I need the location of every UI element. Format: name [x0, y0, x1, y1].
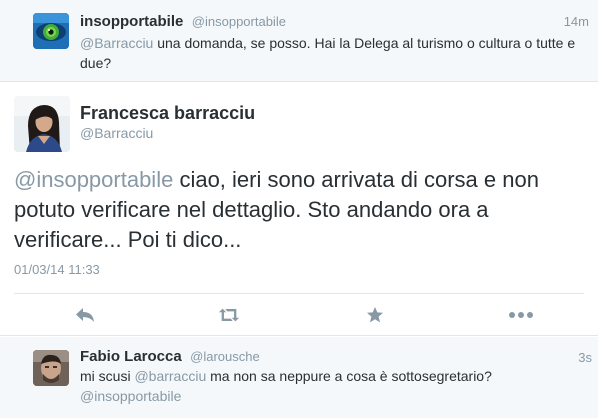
tweet-author-name[interactable]: Francesca barracciu — [80, 103, 255, 124]
more-button[interactable] — [508, 304, 534, 326]
tweet-timestamp[interactable]: 14m — [564, 14, 589, 29]
more-icon — [509, 312, 533, 318]
tweet-text-body: ma non sa neppure a cosa è sottosegretar… — [206, 368, 492, 384]
mention-link[interactable]: @insopportabile — [80, 388, 181, 404]
tweet-reply[interactable]: Fabio Larocca @larousche 3s mi scusi @ba… — [0, 337, 598, 418]
tweet-main: Francesca barracciu @Barracciu @insoppor… — [0, 83, 598, 336]
tweet-text-body: mi scusi — [80, 368, 135, 384]
tweet-text-body: una domanda, se posso. Hai la Delega al … — [80, 35, 576, 71]
tweet-top[interactable]: insopportabile @insopportabile 14m @Barr… — [0, 0, 598, 82]
avatar[interactable] — [33, 350, 69, 386]
tweet-author-name[interactable]: Fabio Larocca — [80, 348, 182, 365]
tweet-author-handle[interactable]: @insopportabile — [192, 14, 286, 29]
reply-button[interactable] — [74, 304, 96, 326]
tweet-text: mi scusi @barracciu ma non sa neppure a … — [80, 366, 580, 406]
tweet-author-handle[interactable]: @Barracciu — [80, 125, 153, 141]
retweet-icon — [218, 308, 240, 322]
avatar[interactable] — [33, 13, 69, 49]
tweet-text: @insopportabile ciao, ieri sono arrivata… — [14, 165, 584, 255]
tweet-date[interactable]: 01/03/14 11:33 — [14, 262, 100, 277]
mention-link[interactable]: @barracciu — [134, 368, 206, 384]
mention-link[interactable]: @Barracciu — [80, 35, 153, 51]
avatar[interactable] — [14, 96, 70, 152]
retweet-button[interactable] — [218, 304, 240, 326]
star-icon — [367, 307, 383, 323]
tweet-author-name[interactable]: insopportabile — [80, 13, 183, 30]
favorite-button[interactable] — [364, 304, 386, 326]
reply-icon — [76, 308, 94, 322]
mention-link[interactable]: @insopportabile — [14, 167, 173, 192]
divider — [14, 293, 584, 294]
tweet-text: @Barracciu una domanda, se posso. Hai la… — [80, 33, 580, 73]
tweet-timestamp[interactable]: 3s — [578, 350, 592, 365]
tweet-author-handle[interactable]: @larousche — [190, 349, 260, 364]
